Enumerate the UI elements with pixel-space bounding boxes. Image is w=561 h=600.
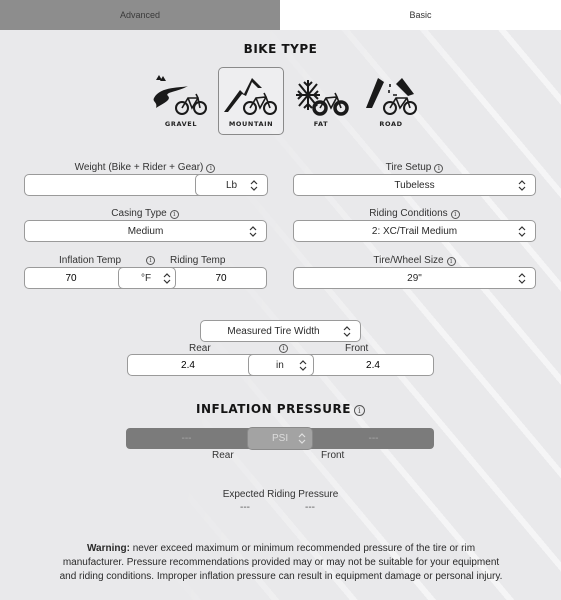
inflation-temp-label: Inflation Temp bbox=[59, 255, 122, 266]
bike-option-label: ROAD bbox=[379, 120, 403, 128]
info-icon[interactable]: i bbox=[146, 256, 155, 265]
riding-temp-input[interactable] bbox=[176, 268, 266, 288]
inflation-pressure-title: INFLATION PRESSURE bbox=[196, 402, 351, 416]
warning-notice: Warning: never exceed maximum or minimum… bbox=[58, 542, 504, 584]
pressure-unit-select[interactable]: PSI bbox=[247, 427, 313, 450]
updown-chevron-icon bbox=[518, 226, 526, 237]
info-icon[interactable]: i bbox=[446, 257, 456, 266]
updown-chevron-icon bbox=[299, 360, 307, 371]
rear-pressure-value: --- bbox=[181, 433, 192, 444]
front-pressure-value: --- bbox=[368, 433, 379, 444]
bike-type-selector: GRAVEL MOUNTAIN FAT ROAD bbox=[148, 67, 424, 135]
width-unit-select[interactable]: in bbox=[248, 354, 314, 376]
wheel-size-label-text: Tire/Wheel Size bbox=[373, 255, 444, 266]
info-icon[interactable]: i bbox=[169, 210, 179, 219]
tire-setup-value: Tubeless bbox=[394, 179, 435, 191]
casing-type-label: Casing Type i bbox=[24, 208, 266, 219]
weight-input[interactable] bbox=[25, 175, 195, 195]
riding-conditions-label-text: Riding Conditions bbox=[369, 208, 448, 219]
inflation-pressure-heading: INFLATION PRESSURE i bbox=[0, 402, 561, 416]
rear-width-input[interactable] bbox=[128, 355, 248, 375]
info-icon[interactable]: i bbox=[353, 405, 365, 416]
updown-chevron-icon bbox=[249, 226, 257, 237]
mountain-bike-icon bbox=[224, 78, 277, 115]
tab-basic[interactable]: Basic bbox=[280, 0, 561, 30]
tab-advanced[interactable]: Advanced bbox=[0, 0, 280, 30]
mode-tabs: Advanced Basic bbox=[0, 0, 561, 30]
bike-option-gravel[interactable]: GRAVEL bbox=[148, 67, 214, 135]
width-mode-value: Measured Tire Width bbox=[227, 325, 320, 337]
riding-conditions-value: 2: XC/Trail Medium bbox=[371, 225, 458, 237]
wheel-size-select[interactable]: 29" bbox=[293, 267, 536, 289]
bike-type-heading: BIKE TYPE bbox=[243, 42, 318, 56]
updown-chevron-icon bbox=[298, 433, 306, 444]
front-width-label: Front bbox=[345, 343, 369, 354]
info-icon[interactable]: i bbox=[434, 164, 444, 173]
warning-label: Warning: bbox=[86, 543, 130, 554]
casing-type-select[interactable]: Medium bbox=[24, 220, 267, 242]
temp-unit-select[interactable]: °F bbox=[118, 267, 176, 289]
bike-option-label: GRAVEL bbox=[164, 120, 198, 128]
bike-option-label: MOUNTAIN bbox=[228, 120, 274, 128]
tire-width-field: in bbox=[127, 354, 434, 376]
updown-chevron-icon bbox=[343, 326, 351, 337]
updown-chevron-icon bbox=[250, 180, 258, 191]
road-bike-icon bbox=[366, 78, 417, 115]
riding-conditions-label: Riding Conditions i bbox=[293, 208, 536, 219]
inflation-pressure-bar: --- PSI --- bbox=[126, 427, 434, 450]
bike-option-fat[interactable]: FAT bbox=[288, 67, 354, 135]
width-unit-value: in bbox=[276, 359, 284, 371]
updown-chevron-icon bbox=[518, 180, 526, 191]
weight-label: Weight (Bike + Rider + Gear) i bbox=[24, 162, 266, 173]
inflation-temp-input[interactable] bbox=[25, 268, 117, 288]
updown-chevron-icon bbox=[163, 273, 171, 284]
tire-setup-label: Tire Setup i bbox=[293, 162, 536, 173]
expected-rear-value: --- bbox=[240, 502, 250, 513]
weight-label-text: Weight (Bike + Rider + Gear) bbox=[74, 162, 204, 173]
pressure-unit-value: PSI bbox=[272, 433, 289, 444]
gravel-bike-icon bbox=[153, 75, 207, 115]
casing-type-value: Medium bbox=[127, 225, 164, 237]
bike-option-road[interactable]: ROAD bbox=[358, 67, 424, 135]
expected-front-value: --- bbox=[305, 502, 315, 513]
weight-field: Lb bbox=[24, 174, 268, 196]
front-width-input[interactable] bbox=[314, 355, 432, 375]
temp-unit-value: °F bbox=[141, 272, 152, 284]
expected-pressure-label: Expected Riding Pressure bbox=[222, 489, 339, 500]
tire-setup-label-text: Tire Setup bbox=[385, 162, 432, 173]
bike-option-mountain[interactable]: MOUNTAIN bbox=[218, 67, 284, 135]
updown-chevron-icon bbox=[518, 273, 526, 284]
info-icon[interactable]: i bbox=[450, 210, 460, 219]
tire-setup-select[interactable]: Tubeless bbox=[293, 174, 536, 196]
temperature-field: °F bbox=[24, 267, 267, 289]
rear-pressure-label: Rear bbox=[212, 450, 234, 461]
wheel-size-label: Tire/Wheel Size i bbox=[293, 255, 536, 266]
bike-option-label: FAT bbox=[313, 120, 329, 128]
fat-bike-icon bbox=[296, 80, 349, 116]
riding-conditions-select[interactable]: 2: XC/Trail Medium bbox=[293, 220, 536, 242]
riding-temp-label: Riding Temp bbox=[170, 255, 226, 266]
rear-width-label: Rear bbox=[189, 343, 211, 354]
weight-unit-select[interactable]: Lb bbox=[195, 174, 268, 196]
info-icon[interactable]: i bbox=[206, 164, 216, 173]
info-icon[interactable]: i bbox=[279, 344, 288, 353]
casing-type-label-text: Casing Type bbox=[111, 208, 167, 219]
weight-unit-value: Lb bbox=[226, 179, 238, 191]
width-mode-select[interactable]: Measured Tire Width bbox=[200, 320, 361, 342]
wheel-size-value: 29" bbox=[407, 272, 422, 284]
front-pressure-label: Front bbox=[321, 450, 345, 461]
